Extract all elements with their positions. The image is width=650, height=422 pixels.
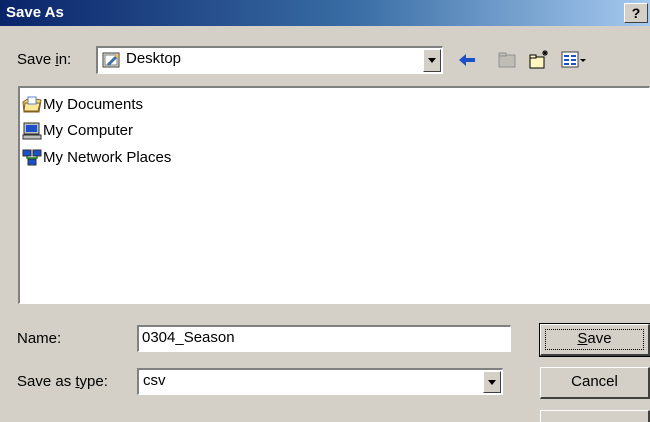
window-title: Save As <box>6 4 64 21</box>
network-places-icon <box>22 148 42 168</box>
cancel-button[interactable]: Cancel <box>540 367 650 399</box>
name-field[interactable] <box>137 325 511 352</box>
desktop-icon <box>102 50 122 70</box>
save-button[interactable]: Save <box>539 323 650 357</box>
help-dialog-button[interactable] <box>540 410 650 422</box>
my-documents-icon <box>22 95 42 115</box>
save-button-label: Save <box>577 330 612 347</box>
up-folder-icon[interactable] <box>497 50 517 74</box>
save-in-dropdown[interactable]: Desktop <box>96 46 443 74</box>
file-list[interactable]: My Documents My Computer My Network Plac… <box>18 86 650 304</box>
new-folder-icon[interactable] <box>528 49 550 75</box>
save-in-value: Desktop <box>126 50 182 67</box>
help-button[interactable]: ? <box>624 3 648 23</box>
my-computer-icon <box>22 121 42 141</box>
list-item-label: My Network Places <box>43 149 172 166</box>
save-as-type-dropdown-arrow[interactable] <box>483 371 501 393</box>
list-item-label: My Documents <box>43 96 144 113</box>
back-icon[interactable] <box>457 50 477 74</box>
save-as-type-dropdown[interactable]: csv <box>137 368 503 395</box>
save-in-dropdown-arrow[interactable] <box>423 49 441 72</box>
save-as-type-value: csv <box>143 372 166 389</box>
save-in-label: Save in: <box>17 51 72 68</box>
view-menu-icon[interactable] <box>561 50 587 74</box>
title-bar: Save As ? <box>0 0 650 26</box>
cancel-button-label: Cancel <box>571 373 618 390</box>
name-input[interactable] <box>142 329 502 346</box>
name-label: Name: <box>17 330 62 347</box>
list-item-label: My Computer <box>43 122 134 139</box>
save-as-type-label: Save as type: <box>17 373 108 390</box>
